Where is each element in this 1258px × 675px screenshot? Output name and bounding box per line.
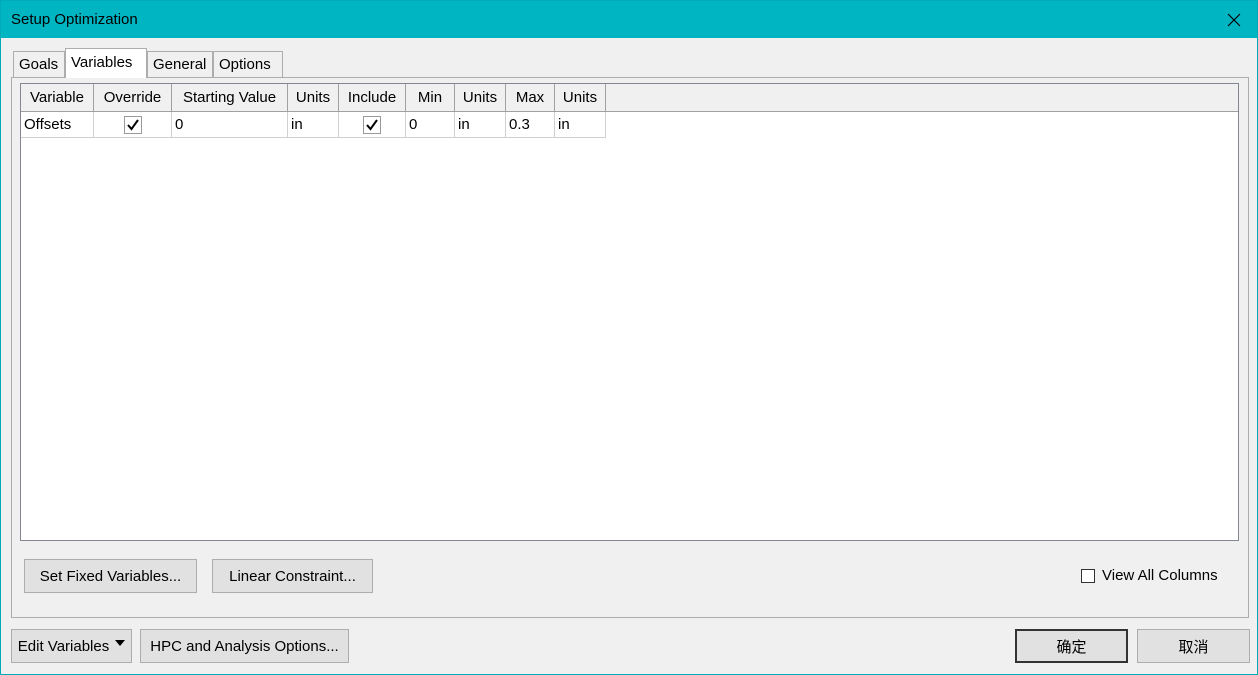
variables-grid[interactable]: Variable Override Starting Value Units I…: [20, 83, 1239, 541]
tab-variables-label: Variables: [71, 54, 133, 71]
edit-variables-dropdown-button[interactable]: Edit Variables: [11, 629, 132, 663]
tab-goals-label: Goals: [19, 56, 59, 73]
header-filler: [606, 84, 1238, 111]
include-checkbox[interactable]: [363, 115, 381, 134]
cell-variable[interactable]: Offsets: [21, 112, 94, 138]
cell-starting-value[interactable]: 0: [172, 112, 288, 138]
header-max[interactable]: Max: [506, 84, 555, 111]
cell-max-units[interactable]: in: [555, 112, 606, 138]
tab-goals[interactable]: Goals: [13, 51, 65, 77]
checkmark-icon: [126, 118, 139, 131]
hpc-analysis-options-button[interactable]: HPC and Analysis Options...: [140, 629, 349, 663]
cell-max[interactable]: 0.3: [506, 112, 555, 138]
tab-options[interactable]: Options: [213, 51, 283, 77]
close-button[interactable]: [1211, 1, 1257, 38]
tab-variables[interactable]: Variables: [65, 48, 147, 78]
close-icon: [1227, 13, 1241, 26]
cell-units[interactable]: in: [288, 112, 339, 138]
header-units[interactable]: Units: [288, 84, 339, 111]
header-min[interactable]: Min: [406, 84, 455, 111]
set-fixed-variables-button[interactable]: Set Fixed Variables...: [24, 559, 197, 593]
header-starting-value[interactable]: Starting Value: [172, 84, 288, 111]
header-override[interactable]: Override: [94, 84, 172, 111]
setup-optimization-dialog: Setup Optimization Goals Variables Gener…: [0, 0, 1258, 675]
table-row[interactable]: Offsets 0 in 0 in 0.3 in: [21, 112, 606, 138]
tab-general-label: General: [153, 56, 207, 73]
override-checkbox[interactable]: [123, 115, 142, 134]
window-title: Setup Optimization: [11, 11, 138, 28]
header-include[interactable]: Include: [339, 84, 406, 111]
grid-header: Variable Override Starting Value Units I…: [21, 84, 1238, 112]
cell-override: [94, 112, 172, 138]
view-all-columns-checkbox[interactable]: View All Columns: [1081, 567, 1218, 584]
cell-min[interactable]: 0: [406, 112, 455, 138]
ok-button[interactable]: 确定: [1015, 629, 1128, 663]
cell-min-units[interactable]: in: [455, 112, 506, 138]
edit-variables-label: Edit Variables: [17, 637, 110, 655]
header-variable[interactable]: Variable: [21, 84, 94, 111]
header-max-units[interactable]: Units: [555, 84, 606, 111]
header-min-units[interactable]: Units: [455, 84, 506, 111]
checkmark-icon: [366, 118, 378, 131]
view-all-columns-label: View All Columns: [1102, 567, 1218, 584]
dropdown-arrow-icon: [115, 640, 126, 646]
tab-options-label: Options: [219, 56, 271, 73]
tab-general[interactable]: General: [147, 51, 213, 77]
title-bar[interactable]: Setup Optimization: [1, 1, 1257, 38]
cancel-button[interactable]: 取消: [1137, 629, 1250, 663]
linear-constraint-button[interactable]: Linear Constraint...: [212, 559, 373, 593]
view-all-columns-box[interactable]: [1081, 568, 1095, 583]
cell-include: [339, 112, 406, 138]
